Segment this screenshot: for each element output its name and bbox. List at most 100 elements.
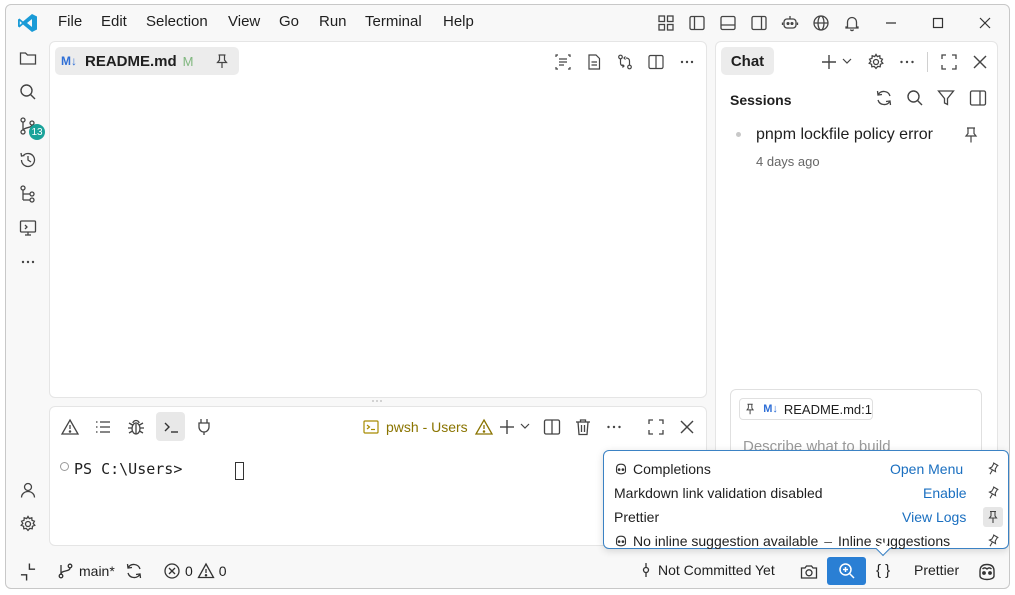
- sync-changes-icon[interactable]: [124, 561, 144, 581]
- editor-tab-readme[interactable]: M↓ README.md M: [55, 47, 239, 75]
- terminal-cursor: [235, 462, 244, 480]
- terminal-command-decoration[interactable]: [60, 462, 69, 471]
- zoom-in-button[interactable]: [827, 557, 866, 585]
- customize-layout-icon[interactable]: [656, 13, 676, 33]
- sessions-heading: Sessions: [730, 92, 792, 108]
- warning-icon: [197, 562, 215, 579]
- remote-explorer-icon[interactable]: [17, 217, 39, 239]
- output-tab-icon[interactable]: [93, 417, 113, 437]
- problems-status[interactable]: 0 0: [163, 562, 227, 580]
- remote-indicator-icon[interactable]: [18, 562, 38, 582]
- menu-file[interactable]: File: [58, 13, 82, 30]
- editor-more-actions-icon[interactable]: [677, 52, 697, 72]
- terminal-more-actions-icon[interactable]: [604, 417, 624, 437]
- tab-modified-indicator: M: [182, 53, 194, 69]
- new-chat-plus-icon[interactable]: [819, 52, 839, 72]
- search-sessions-icon[interactable]: [905, 88, 925, 108]
- branch-status[interactable]: main*: [57, 562, 115, 580]
- menu-selection[interactable]: Selection: [146, 13, 208, 30]
- context-file-label: README.md:1: [783, 401, 872, 417]
- git-blame-status[interactable]: Not Committed Yet: [638, 562, 775, 578]
- source-control-icon[interactable]: 13: [17, 115, 45, 140]
- popup-row-prettier: Prettier View Logs: [614, 506, 1003, 528]
- maximize-chat-icon[interactable]: [939, 52, 959, 72]
- enable-link[interactable]: Enable: [923, 485, 967, 501]
- editor-area[interactable]: M↓ README.md M: [49, 41, 707, 398]
- pin-completions-icon[interactable]: [984, 460, 1002, 478]
- toggle-sessions-sidebar-icon[interactable]: [968, 88, 988, 108]
- split-terminal-icon[interactable]: [542, 417, 562, 437]
- menu-terminal[interactable]: Terminal: [365, 13, 422, 30]
- menu-run[interactable]: Run: [319, 13, 347, 30]
- context-attachment-chip[interactable]: M↓ README.md:1: [739, 398, 873, 420]
- new-terminal-dropdown-chevron-down-icon[interactable]: [518, 419, 532, 433]
- git-commit-icon: [642, 563, 650, 577]
- search-icon[interactable]: [17, 81, 39, 103]
- accounts-icon[interactable]: [17, 479, 39, 501]
- explorer-icon[interactable]: [17, 47, 39, 69]
- chat-more-actions-icon[interactable]: [897, 52, 917, 72]
- menu-help[interactable]: Help: [443, 13, 474, 30]
- pin-session-icon[interactable]: [962, 126, 980, 144]
- copilot-small-icon: [615, 463, 627, 475]
- toggle-primary-sidebar-icon[interactable]: [687, 13, 707, 33]
- menu-edit[interactable]: Edit: [101, 13, 127, 30]
- prettier-status[interactable]: Prettier: [914, 562, 959, 578]
- git-graph-icon[interactable]: [17, 183, 39, 205]
- terminal-prompt[interactable]: PS C:\Users>: [74, 460, 191, 478]
- toggle-panel-icon[interactable]: [718, 13, 738, 33]
- close-panel-icon[interactable]: [677, 417, 697, 437]
- open-preview-icon[interactable]: [584, 52, 604, 72]
- pin-prettier-icon[interactable]: [983, 507, 1003, 527]
- copilot-icon[interactable]: [780, 13, 800, 33]
- problems-tab-icon[interactable]: [60, 417, 80, 437]
- new-terminal-plus-icon[interactable]: [497, 417, 517, 437]
- popup-label: Prettier: [614, 509, 660, 525]
- menu-go[interactable]: Go: [279, 13, 299, 30]
- terminal-profile-selector[interactable]: pwsh - Users: [362, 417, 494, 437]
- settings-gear-icon[interactable]: [17, 513, 39, 535]
- split-editor-icon[interactable]: [646, 52, 666, 72]
- open-menu-link[interactable]: Open Menu: [890, 461, 963, 477]
- view-logs-link[interactable]: View Logs: [902, 509, 966, 525]
- chat-settings-gear-icon[interactable]: [866, 52, 886, 72]
- popup-label: Markdown link validation disabled: [614, 485, 823, 501]
- source-control-badge: 13: [29, 124, 45, 140]
- open-outline-icon[interactable]: [553, 52, 573, 72]
- timeline-history-icon[interactable]: [17, 149, 39, 171]
- pin-markdown-icon[interactable]: [984, 484, 1002, 502]
- chat-tab[interactable]: Chat: [721, 47, 774, 75]
- open-changes-icon[interactable]: [615, 52, 635, 72]
- ports-plug-icon[interactable]: [194, 417, 214, 437]
- globe-icon[interactable]: [811, 13, 831, 33]
- session-title: pnpm lockfile policy error: [756, 126, 933, 143]
- notifications-bell-icon[interactable]: [842, 13, 862, 33]
- panel-resize-sash[interactable]: [370, 399, 384, 403]
- new-chat-dropdown-chevron-down-icon[interactable]: [840, 54, 854, 68]
- app-window: File Edit Selection View Go Run Terminal…: [5, 4, 1010, 589]
- maximize-icon[interactable]: [928, 13, 948, 33]
- close-window-icon[interactable]: [975, 13, 995, 33]
- debug-console-bug-icon[interactable]: [126, 417, 146, 437]
- toggle-secondary-sidebar-icon[interactable]: [749, 13, 769, 33]
- close-chat-icon[interactable]: [970, 52, 990, 72]
- filter-sessions-icon[interactable]: [936, 88, 956, 108]
- pin-context-icon[interactable]: [744, 402, 756, 416]
- terminal-tab-icon[interactable]: [156, 412, 185, 441]
- pin-tab-icon[interactable]: [212, 51, 232, 71]
- kill-terminal-trash-icon[interactable]: [573, 417, 593, 437]
- git-blame-label: Not Committed Yet: [658, 562, 775, 578]
- session-list-item[interactable]: pnpm lockfile policy error 4 days ago: [716, 120, 997, 176]
- minimize-icon[interactable]: [881, 13, 901, 33]
- menu-view[interactable]: View: [228, 13, 260, 30]
- pin-inline-suggestions-icon[interactable]: [984, 532, 1002, 550]
- screenshot-camera-icon[interactable]: [799, 562, 819, 582]
- copilot-status-icon[interactable]: [976, 561, 998, 583]
- language-status-braces[interactable]: { }: [876, 562, 890, 579]
- inline-suggestions-label: Inline suggestions: [838, 533, 951, 549]
- session-status-dot: [736, 132, 741, 137]
- more-views-icon[interactable]: [17, 251, 39, 273]
- refresh-sessions-icon[interactable]: [874, 88, 894, 108]
- popup-separator: –: [824, 533, 833, 549]
- maximize-panel-icon[interactable]: [646, 417, 666, 437]
